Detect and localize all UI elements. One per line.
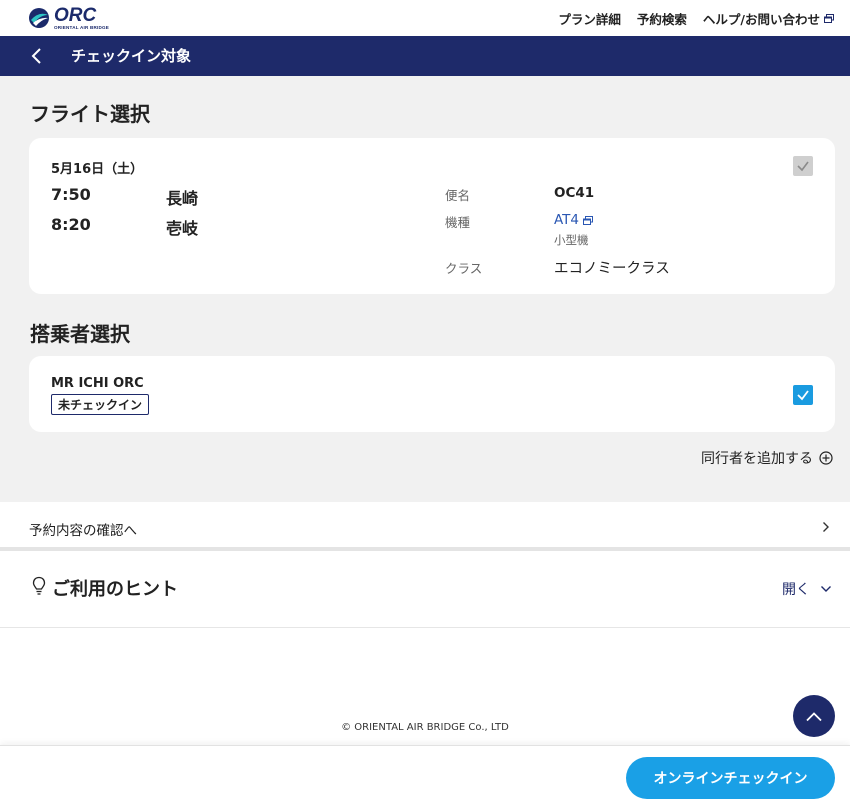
- passenger-section-heading: 搭乗者選択: [30, 322, 130, 346]
- add-companion-label: 同行者を追加する: [701, 451, 813, 467]
- flight-number: OC41: [554, 185, 595, 201]
- plus-circle-icon: [819, 451, 833, 465]
- external-link-icon: [583, 215, 594, 225]
- chevron-up-icon: [806, 711, 822, 721]
- add-companion-button[interactable]: 同行者を追加する: [701, 448, 833, 468]
- arrival-time: 8:20: [51, 215, 91, 234]
- class-label: クラス: [445, 261, 483, 276]
- flight-section-heading: フライト選択: [30, 102, 150, 126]
- nav-help-contact[interactable]: ヘルプ/お問い合わせ: [703, 9, 834, 28]
- flight-date: 5月16日（土）: [51, 162, 144, 177]
- usage-hints-toggle-label: 開く: [782, 582, 810, 598]
- aircraft-size: 小型機: [554, 233, 589, 247]
- flight-card[interactable]: 5月16日（土） 7:50 長崎 8:20 壱岐 便名 OC41 機種 AT4 …: [29, 138, 835, 294]
- aircraft-link[interactable]: AT4: [554, 212, 594, 228]
- arrival-city: 壱岐: [166, 219, 199, 238]
- nav-plan-details[interactable]: プラン詳細: [558, 9, 621, 28]
- page-title-bar: チェックイン対象: [0, 36, 850, 76]
- nav-help-contact-label: ヘルプ/お問い合わせ: [702, 12, 820, 27]
- check-icon: [797, 161, 809, 172]
- checkin-status-badge: 未チェックイン: [51, 394, 150, 415]
- online-checkin-button[interactable]: オンラインチェックイン: [626, 757, 835, 799]
- back-chevron-icon[interactable]: [30, 46, 44, 66]
- site-header: ORC ORIENTAL AIR BRIDGE プラン詳細 予約検索 ヘルプ/お…: [0, 0, 850, 36]
- departure-time: 7:50: [51, 185, 91, 204]
- usage-hints-title: ご利用のヒント: [52, 579, 178, 600]
- usage-hints-toggle[interactable]: 開く: [782, 579, 832, 599]
- check-icon: [797, 390, 809, 401]
- flight-number-label: 便名: [445, 188, 471, 203]
- flight-select-checkbox[interactable]: [793, 156, 813, 176]
- aircraft-label: 機種: [445, 215, 471, 230]
- chevron-right-icon: [823, 522, 829, 532]
- aircraft-type: AT4: [554, 212, 580, 228]
- page-title: チェックイン対象: [71, 47, 192, 65]
- passenger-select-checkbox[interactable]: [793, 385, 813, 405]
- logo-word: ORC: [54, 5, 97, 26]
- usage-hints-accordion: ご利用のヒント 開く: [0, 555, 850, 628]
- bottom-action-bar: オンラインチェックイン: [0, 745, 850, 802]
- class-value: エコノミークラス: [554, 261, 670, 277]
- passenger-name: MR ICHI ORC: [51, 376, 144, 391]
- nav-reservation-search[interactable]: 予約検索: [637, 9, 687, 28]
- lightbulb-icon: [32, 576, 46, 595]
- logo-text: ORC ORIENTAL AIR BRIDGE: [54, 6, 109, 31]
- scroll-to-top-button[interactable]: [793, 695, 835, 737]
- departure-city: 長崎: [166, 189, 199, 208]
- reservation-confirm-link[interactable]: 予約内容の確認へ: [0, 503, 850, 551]
- reservation-confirm-label: 予約内容の確認へ: [29, 523, 137, 539]
- external-link-icon: [824, 14, 834, 23]
- chevron-down-icon: [821, 586, 831, 592]
- top-navigation: プラン詳細 予約検索 ヘルプ/お問い合わせ: [558, 9, 834, 28]
- passenger-card[interactable]: MR ICHI ORC 未チェックイン: [29, 356, 835, 432]
- orc-logo-mark-icon: [29, 8, 49, 29]
- copyright: © ORIENTAL AIR BRIDGE Co., LTD: [341, 722, 509, 733]
- logo-subtitle: ORIENTAL AIR BRIDGE: [54, 25, 110, 30]
- orc-logo[interactable]: ORC ORIENTAL AIR BRIDGE: [28, 6, 109, 31]
